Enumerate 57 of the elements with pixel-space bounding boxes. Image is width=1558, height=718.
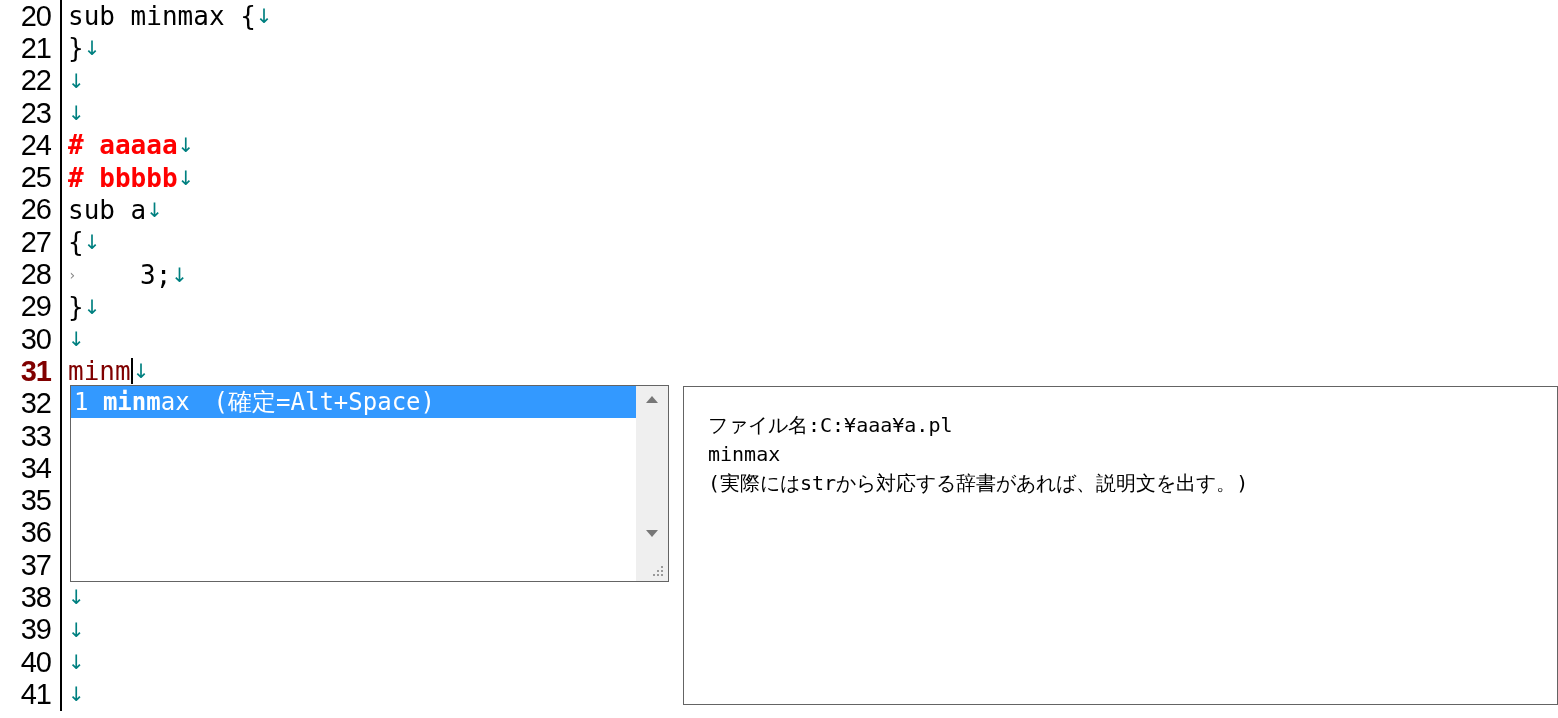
newline-mark: ↓ [177,135,195,156]
newline-mark: ↓ [68,652,85,673]
newline-mark: ↓ [171,264,189,285]
text-caret-icon [130,358,133,385]
description-text: (実際にはstrから対応する辞書があれば、説明文を出す。) [708,470,1250,497]
line-number: 26 [20,195,51,225]
newline-mark: ↓ [132,361,150,382]
newline-mark: ↓ [68,587,85,608]
newline-mark: ↓ [68,329,85,350]
newline-mark: ↓ [68,619,85,640]
scroll-up-icon[interactable] [646,396,658,403]
description-text: minmax [708,441,782,468]
newline-mark: ↓ [255,6,273,27]
line-number: 20 [20,1,51,31]
line-number: 39 [20,615,51,645]
newline-mark: ↓ [68,103,85,124]
line-number: 35 [20,486,51,516]
resize-grip-icon[interactable] [652,565,664,577]
code-text: } [68,35,84,62]
line-number: 25 [20,163,51,193]
newline-mark: ↓ [83,296,101,317]
completion-item[interactable]: 1 minmax (確定=Alt+Space) [71,386,636,418]
code-text: } [68,293,84,320]
description-text: ファイル名:C:¥aaa¥a.pl [708,412,954,439]
code-text: sub a [68,196,147,223]
line-number: 41 [20,679,51,709]
line-number: 34 [20,453,51,483]
newline-mark: ↓ [177,167,195,188]
newline-mark: ↓ [146,199,164,220]
line-number: 38 [20,583,51,612]
scroll-down-icon[interactable] [646,530,658,537]
line-number: 30 [20,324,51,354]
code-comment: # bbbbb [68,164,178,191]
code-text: sub minmax { [68,3,256,30]
line-number: 29 [20,292,51,322]
code-text: { [68,229,84,256]
newline-mark: ↓ [68,70,85,91]
newline-mark: ↓ [83,38,101,59]
code-comment: # aaaaa [68,132,178,159]
line-number: 22 [20,66,51,96]
line-number: 33 [20,421,51,451]
scrollbar[interactable] [636,386,668,581]
line-number: 31 [20,356,51,386]
line-number: 24 [20,130,51,160]
line-number: 40 [20,647,51,677]
line-number: 21 [20,33,51,63]
line-number: 37 [20,550,51,580]
line-number: 28 [20,260,51,289]
tab-mark: › [68,267,78,282]
line-number: 23 [20,98,51,128]
line-number: 36 [20,518,51,548]
line-number: 27 [20,227,51,257]
code-text: minm [68,358,131,385]
line-number: 32 [20,389,51,419]
code-text: 3; [140,261,172,288]
newline-mark: ↓ [83,232,101,253]
newline-mark: ↓ [68,684,85,705]
